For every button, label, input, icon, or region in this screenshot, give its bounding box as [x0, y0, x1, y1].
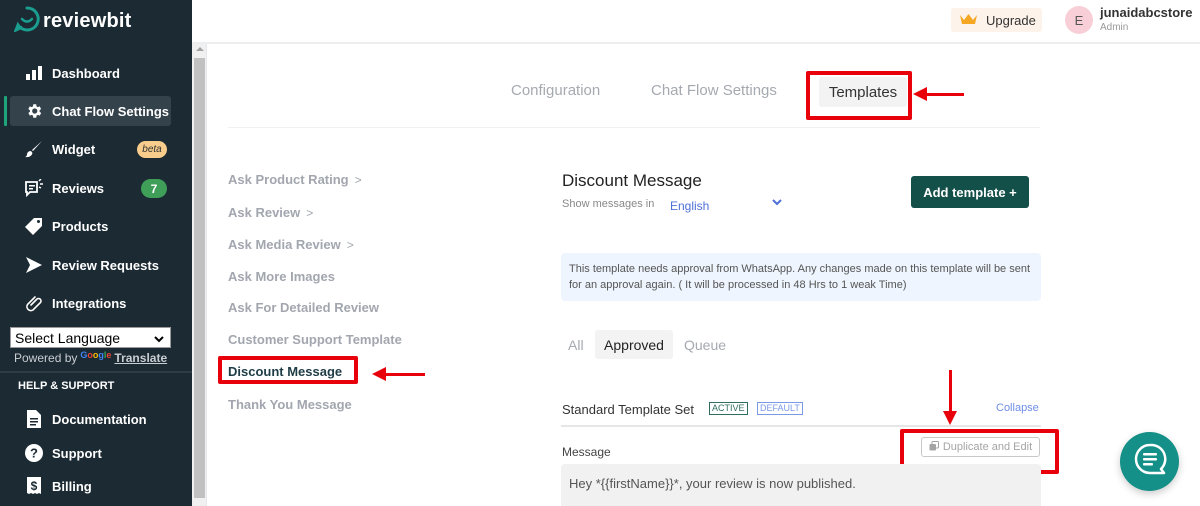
select-language-dropdown[interactable]: Select Language	[10, 327, 171, 348]
sidebar-item-label: Billing	[52, 478, 92, 494]
sidebar-item-label: Documentation	[52, 411, 147, 427]
powered-by-text: Powered by	[14, 351, 78, 365]
sidebar-item-review-requests[interactable]: Review Requests	[10, 250, 171, 280]
reviews-icon	[16, 179, 52, 197]
svg-text:$: $	[31, 479, 38, 493]
sidebar-item-label: Support	[52, 445, 102, 461]
document-icon	[16, 410, 52, 428]
sidebar-item-dashboard[interactable]: Dashboard	[10, 58, 171, 88]
template-item-label: Ask Review	[228, 205, 301, 220]
sidebar: reviewbit Dashboard Chat Flow Settings W…	[0, 0, 192, 506]
help-support-heading: HELP & SUPPORT	[18, 380, 115, 392]
bar-chart-icon	[16, 66, 52, 80]
template-item-label: Ask Media Review	[228, 237, 341, 252]
billing-icon: $	[16, 477, 52, 495]
annotation-arrow-templates	[913, 87, 964, 101]
tab-configuration[interactable]: Configuration	[511, 82, 600, 99]
gear-icon	[16, 102, 52, 120]
annotation-box-discount-message	[218, 356, 358, 384]
template-item-label: Ask Product Rating	[228, 172, 349, 187]
filter-tab-all[interactable]: All	[568, 337, 584, 353]
sidebar-item-label: Chat Flow Settings	[52, 103, 169, 119]
paperclip-icon	[16, 294, 52, 312]
chevron-right-icon: >	[354, 173, 362, 187]
select-language-value: Select Language	[15, 329, 121, 346]
collapse-link[interactable]: Collapse	[996, 402, 1039, 414]
translate-link[interactable]: Translate	[114, 351, 167, 365]
filter-tab-queue[interactable]: Queue	[684, 337, 726, 353]
tabs-divider	[228, 127, 1040, 128]
sidebar-item-support[interactable]: ? Support	[10, 438, 171, 468]
active-tag: ACTIVE	[709, 402, 748, 415]
tag-icon	[16, 217, 52, 235]
approval-notice: This template needs approval from WhatsA…	[561, 253, 1041, 301]
chat-bubble-icon	[1133, 442, 1167, 481]
active-indicator	[4, 96, 7, 126]
powered-by-google-translate: Powered by Google Translate	[14, 350, 167, 366]
logo[interactable]: reviewbit	[13, 6, 132, 37]
sidebar-item-integrations[interactable]: Integrations	[10, 288, 171, 318]
send-icon	[16, 256, 52, 274]
language-select-value[interactable]: English	[670, 199, 709, 213]
sidebar-item-label: Products	[52, 218, 109, 234]
template-item-ask-review[interactable]: Ask Review >	[228, 205, 313, 220]
crown-icon	[960, 13, 977, 28]
sidebar-item-label: Dashboard	[52, 65, 120, 81]
question-icon: ?	[16, 444, 52, 462]
annotation-box-templates	[806, 71, 912, 120]
google-logo: Google	[80, 350, 112, 360]
annotation-arrow-duplicate-edit	[943, 370, 957, 425]
sidebar-item-label: Review Requests	[52, 257, 159, 273]
sidebar-item-chat-flow-settings[interactable]: Chat Flow Settings	[10, 96, 171, 126]
sidebar-item-products[interactable]: Products	[10, 211, 171, 241]
page-title: Discount Message	[562, 171, 702, 190]
tab-chat-flow-settings[interactable]: Chat Flow Settings	[651, 82, 777, 99]
user-name[interactable]: junaidabcstore	[1100, 5, 1192, 20]
reviews-count-badge: 7	[141, 179, 167, 198]
chevron-right-icon: >	[306, 206, 314, 220]
beta-badge: beta	[137, 141, 167, 158]
sidebar-scrollbar[interactable]	[192, 43, 207, 506]
scrollbar-thumb[interactable]	[194, 58, 205, 498]
sidebar-item-billing[interactable]: $ Billing	[10, 471, 171, 501]
template-item-ask-product-rating[interactable]: Ask Product Rating >	[228, 172, 362, 187]
template-item-customer-support-template[interactable]: Customer Support Template	[228, 332, 402, 347]
template-item-ask-media-review[interactable]: Ask Media Review >	[228, 237, 354, 252]
show-messages-in-label: Show messages in	[562, 198, 655, 210]
default-tag: DEFAULT	[757, 402, 803, 415]
user-role: Admin	[1100, 22, 1129, 33]
svg-text:?: ?	[30, 446, 38, 461]
message-preview: Hey *{{firstName}}*, your review is now …	[561, 464, 1041, 506]
top-bar	[192, 0, 1200, 44]
template-item-ask-for-detailed-review[interactable]: Ask For Detailed Review	[228, 300, 379, 315]
template-set-divider	[561, 425, 1041, 427]
upgrade-label: Upgrade	[986, 12, 1036, 28]
sidebar-item-label: Reviews	[52, 180, 105, 196]
sidebar-item-documentation[interactable]: Documentation	[10, 404, 171, 434]
template-item-ask-more-images[interactable]: Ask More Images	[228, 269, 335, 284]
upgrade-button[interactable]: Upgrade	[951, 8, 1042, 32]
sidebar-item-label: Widget	[52, 141, 96, 157]
chevron-down-icon[interactable]	[772, 197, 782, 209]
template-set-title: Standard Template Set	[562, 402, 695, 417]
chevron-right-icon: >	[346, 238, 354, 252]
sidebar-divider	[0, 371, 192, 373]
template-item-thank-you-message[interactable]: Thank You Message	[228, 397, 352, 412]
filter-tab-approved[interactable]: Approved	[595, 330, 673, 359]
chat-support-button[interactable]	[1120, 432, 1179, 491]
avatar[interactable]: E	[1065, 6, 1093, 34]
reviewbit-logo-icon	[13, 6, 40, 37]
sidebar-item-label: Integrations	[52, 295, 127, 311]
message-label: Message	[562, 445, 611, 459]
chevron-down-icon	[154, 330, 164, 346]
annotation-arrow-discount-message	[372, 367, 425, 381]
logo-text: reviewbit	[43, 10, 132, 32]
brush-icon	[16, 140, 52, 158]
scroll-up-arrow-icon[interactable]	[196, 47, 204, 51]
add-template-button[interactable]: Add template +	[911, 176, 1029, 208]
